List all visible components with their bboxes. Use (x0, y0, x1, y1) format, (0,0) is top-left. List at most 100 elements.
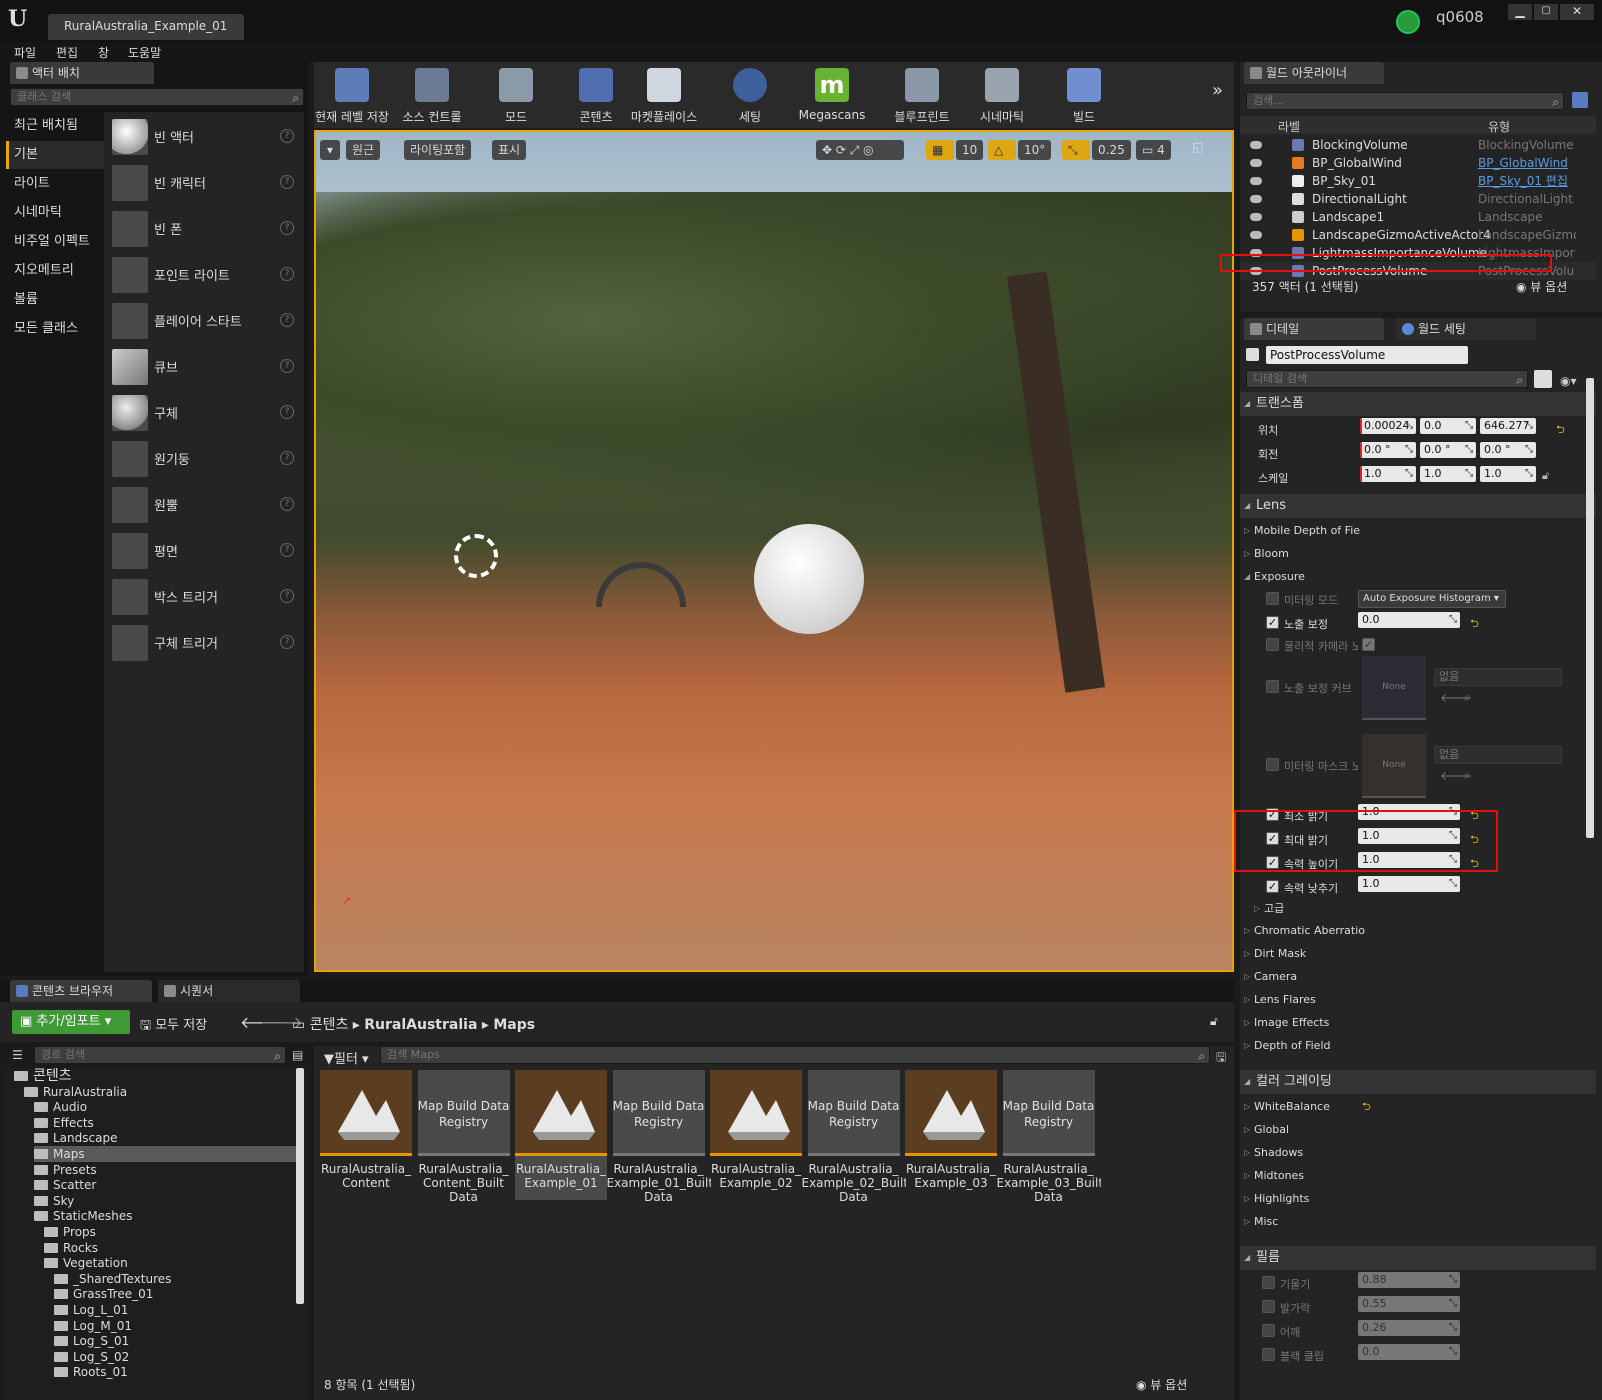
outliner-row[interactable]: BP_GlobalWind BP_GlobalWind (1240, 154, 1596, 172)
location-y-field[interactable]: 0.0 ⤡ (1420, 418, 1476, 434)
folder-tree-item[interactable]: Props (44, 1224, 296, 1240)
category-recent[interactable]: 최근 배치됨 (6, 112, 104, 140)
breadcrumb-ruralaustralia[interactable]: RuralAustralia (364, 1017, 477, 1033)
outliner-col-type[interactable]: 유형 (1488, 118, 1510, 135)
save-all-button[interactable]: 🖫︎ 모두 저장 (140, 1014, 207, 1038)
help-icon[interactable]: ? (280, 497, 294, 511)
place-item-box-trigger[interactable]: 박스 트리거? (104, 574, 304, 618)
help-icon[interactable]: ? (280, 221, 294, 235)
subsection-highlights[interactable]: Highlights (1240, 1188, 1596, 1210)
exposure-curve-dropdown[interactable]: 없음 (1434, 668, 1562, 686)
help-icon[interactable]: ? (280, 175, 294, 189)
folder-tree-item[interactable]: Vegetation (44, 1255, 296, 1271)
scale-snap-value[interactable]: 0.25 (1092, 140, 1131, 160)
place-item-sphere[interactable]: 구체? (104, 390, 304, 434)
help-icon[interactable]: ? (280, 129, 294, 143)
level-tab[interactable]: RuralAustralia_Example_01 (48, 14, 244, 40)
transform-tools[interactable]: ✥ ⟳ ⤢ ◎ (816, 140, 904, 160)
category-volumes[interactable]: 볼륨 (6, 286, 104, 314)
source-control-button[interactable]: 소스 컨트롤 (396, 62, 468, 128)
breadcrumb-maps[interactable]: Maps (493, 1017, 535, 1033)
actor-name-field[interactable]: PostProcessVolume (1266, 346, 1468, 364)
category-cinematic[interactable]: 시네마틱 (6, 199, 104, 227)
lock-icon[interactable]: 🔓︎ (1210, 1014, 1218, 1029)
subsection-white-balance[interactable]: WhiteBalance ⮌ (1240, 1096, 1596, 1118)
prop-rotation-label[interactable]: 회전 (1258, 446, 1278, 462)
speed-up-field[interactable]: 1.0 ⤡ (1358, 852, 1460, 868)
section-transform[interactable]: 트랜스폼 (1240, 392, 1596, 416)
folder-tree-item[interactable]: Scatter (34, 1177, 296, 1193)
menu-help[interactable]: 도움말 (128, 44, 161, 61)
subsection-camera[interactable]: Camera (1240, 966, 1596, 988)
visibility-eye-icon[interactable] (1250, 213, 1262, 221)
viewport-options-dropdown[interactable]: ▾ (320, 140, 340, 160)
marketplace-button[interactable]: 마켓플레이스 (626, 62, 702, 128)
scale-snap-toggle[interactable]: ⤡ (1062, 140, 1090, 160)
grid-snap-toggle[interactable]: ▦ (926, 140, 954, 160)
lock-icon[interactable]: 🔓︎ (1542, 469, 1549, 483)
breadcrumb-content[interactable]: 콘텐츠 (310, 1017, 349, 1033)
asset-tile-map[interactable]: RuralAustralia_ Content (320, 1070, 412, 1200)
lighting-mode-button[interactable]: 라이팅포함 (404, 140, 472, 160)
subsection-depth-of-field[interactable]: Depth of Field (1240, 1035, 1596, 1057)
rotation-y-field[interactable]: 0.0 ° ⤡ (1420, 442, 1476, 458)
folder-tree-item[interactable]: Log_M_01 (54, 1318, 296, 1334)
rotation-snap-toggle[interactable]: △ (988, 140, 1016, 160)
exposure-curve-checkbox[interactable] (1266, 680, 1279, 693)
folder-tree-item[interactable]: GrassTree_01 (54, 1286, 296, 1302)
close-button[interactable]: ✕ (1560, 4, 1594, 20)
metering-mode-dropdown[interactable]: Auto Exposure Histogram ▾ (1358, 590, 1506, 608)
outliner-row[interactable]: BP_Sky_01 BP_Sky_01 편집 (1240, 172, 1596, 190)
post-process-volume-icon[interactable] (596, 562, 686, 607)
folder-tree-item[interactable]: Roots_01 (54, 1364, 296, 1380)
film-slope-checkbox[interactable] (1262, 1276, 1275, 1289)
reset-to-default-icon[interactable]: ⮌ (1556, 421, 1565, 440)
scale-x-field[interactable]: 1.0 ⤡ (1360, 466, 1416, 482)
film-shoulder-field[interactable]: 0.26 ⤡ (1358, 1320, 1460, 1336)
class-search-input[interactable]: 클래스 검색 ⌕ (10, 88, 304, 106)
exposure-compensation-checkbox[interactable]: ✓ (1266, 616, 1279, 629)
browse-search-icon[interactable]: ⌕ (1464, 690, 1471, 705)
camera-speed-button[interactable]: ▭ 4 (1136, 140, 1171, 160)
cinematics-button[interactable]: 시네마틱 (970, 62, 1034, 128)
modes-button[interactable]: 모드 (486, 62, 546, 128)
show-button[interactable]: 표시 (492, 140, 527, 160)
metering-mask-thumbnail[interactable]: None (1362, 734, 1426, 798)
film-shoulder-checkbox[interactable] (1262, 1324, 1275, 1337)
scale-y-field[interactable]: 1.0 ⤡ (1420, 466, 1476, 482)
details-scrollbar[interactable] (1586, 378, 1594, 838)
physical-camera-value-checkbox[interactable]: ✓ (1362, 638, 1375, 651)
subsection-shadows[interactable]: Shadows (1240, 1142, 1596, 1164)
rotation-snap-value[interactable]: 10° (1018, 140, 1052, 160)
exposure-compensation-field[interactable]: 0.0 ⤡ (1358, 612, 1460, 628)
visibility-eye-icon[interactable] (1250, 141, 1262, 149)
subsection-image-effects[interactable]: Image Effects (1240, 1012, 1596, 1034)
help-icon[interactable]: ? (280, 267, 294, 281)
location-x-field[interactable]: 0.00024 ⤡ (1360, 418, 1416, 434)
tab-world-settings[interactable]: 월드 세팅 (1396, 318, 1536, 340)
metering-mask-checkbox[interactable] (1266, 758, 1279, 771)
outliner-view-options[interactable]: ◉ 뷰 옵션 (1516, 278, 1567, 295)
folder-tree-item[interactable]: Log_L_01 (54, 1302, 296, 1318)
film-black-clip-checkbox[interactable] (1262, 1348, 1275, 1361)
rotation-x-field[interactable]: 0.0 ° ⤡ (1360, 442, 1416, 458)
folder-tree-item[interactable]: StaticMeshes (34, 1208, 296, 1224)
blueprints-button[interactable]: 블루프린트 (886, 62, 958, 128)
save-level-button[interactable]: 현재 레벨 저장 (314, 62, 390, 128)
toolbar-overflow-icon[interactable]: » (1212, 80, 1223, 101)
asset-tile-map[interactable]: RuralAustralia_ Example_03 (905, 1070, 997, 1200)
content-button[interactable]: 콘텐츠 (568, 62, 624, 128)
place-item-plane[interactable]: 평면? (104, 528, 304, 572)
location-z-field[interactable]: 646.277 ⤡ (1480, 418, 1536, 434)
asset-tile-build-data[interactable]: Map Build Data Registry RuralAustralia_ E… (607, 1070, 711, 1202)
menu-file[interactable]: 파일 (14, 44, 36, 61)
outliner-row[interactable]: Landscape1 Landscape (1240, 208, 1596, 226)
asset-tile-build-data[interactable]: Map Build Data Registry RuralAustralia_ E… (997, 1070, 1101, 1202)
place-item-cube[interactable]: 큐브? (104, 344, 304, 388)
rotation-z-field[interactable]: 0.0 ° ⤡ (1480, 442, 1536, 458)
sphere-actor[interactable] (754, 524, 864, 634)
film-slope-field[interactable]: 0.88 ⤡ (1358, 1272, 1460, 1288)
film-black-clip-field[interactable]: 0.0 ⤡ (1358, 1344, 1460, 1360)
outliner-search-input[interactable]: 검색... ⌕ (1246, 92, 1564, 110)
visibility-eye-icon[interactable] (1250, 159, 1262, 167)
